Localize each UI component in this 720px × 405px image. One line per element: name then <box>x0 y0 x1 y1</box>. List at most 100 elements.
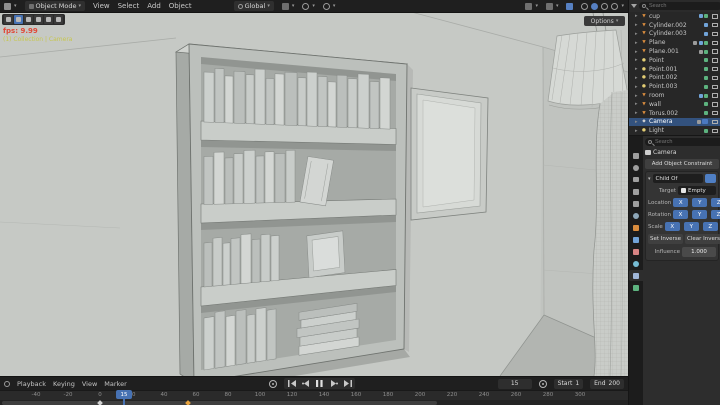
prev-keyframe-icon[interactable] <box>299 379 312 388</box>
disclosure-triangle-icon[interactable]: ▸ <box>635 40 639 46</box>
green-badge-icon[interactable] <box>704 102 708 107</box>
screen-visibility-icon[interactable] <box>712 128 718 133</box>
filter-icon[interactable] <box>631 4 637 8</box>
screen-visibility-icon[interactable] <box>712 49 718 54</box>
scale-y-toggle[interactable]: Y <box>683 222 699 231</box>
outliner-row[interactable]: ▸ cup <box>629 12 720 21</box>
location-x-toggle[interactable]: X <box>673 198 689 207</box>
scale-x-toggle[interactable]: X <box>664 222 680 231</box>
green-badge-icon[interactable] <box>704 75 708 80</box>
green-badge-icon[interactable] <box>704 49 708 54</box>
picture-frame[interactable] <box>410 87 489 221</box>
end-frame-field[interactable]: End 200 <box>590 378 624 389</box>
outliner-row[interactable]: ▸ Cylinder.003 <box>629 30 720 39</box>
green-badge-icon[interactable] <box>704 128 708 133</box>
screen-visibility-icon[interactable] <box>712 93 718 98</box>
small-picture-frame[interactable] <box>306 230 346 278</box>
snap-controls[interactable]: ▾ <box>281 2 294 10</box>
gray-badge-icon[interactable] <box>698 49 703 54</box>
disclosure-triangle-icon[interactable]: ▸ <box>635 110 639 116</box>
timeline-ruler[interactable]: -40 -20 0 20 40 60 80 100 120 140 160 180 200 220 240 2… <box>0 390 628 400</box>
screen-visibility-icon[interactable] <box>712 58 718 63</box>
disclosure-triangle-icon[interactable]: ▸ <box>635 13 639 19</box>
shading-solid-icon[interactable] <box>591 2 599 10</box>
rotation-x-toggle[interactable]: X <box>673 210 689 219</box>
shading-rendered-icon[interactable] <box>611 2 619 10</box>
green-badge-icon[interactable] <box>704 111 708 116</box>
properties-tab[interactable] <box>629 246 643 257</box>
orientation-dropdown[interactable]: Global ▾ <box>233 1 274 11</box>
menu-marker[interactable]: Marker <box>104 380 126 388</box>
outliner-row[interactable]: ▸ Camera <box>629 117 720 127</box>
proportional-controls[interactable]: ▾ <box>322 2 335 10</box>
disclosure-triangle-icon[interactable]: ▸ <box>635 93 639 99</box>
rotation-y-toggle[interactable]: Y <box>692 210 708 219</box>
auto-keying-icon[interactable] <box>269 379 278 388</box>
current-frame-indicator[interactable]: 15 <box>116 390 132 399</box>
start-frame-field[interactable]: Start 1 <box>553 378 584 389</box>
disclosure-triangle-icon[interactable]: ▸ <box>635 66 639 72</box>
green-badge-icon[interactable] <box>704 40 708 45</box>
gizmo-toggle[interactable]: ▾ <box>525 2 538 10</box>
screen-visibility-icon[interactable] <box>712 31 718 37</box>
cursor-tool-icon[interactable] <box>4 15 13 24</box>
clock-editor-icon[interactable] <box>4 380 10 387</box>
constraint-name-field[interactable]: Child Of <box>652 174 703 183</box>
panel-expand-icon[interactable]: ▾ <box>648 176 651 182</box>
properties-tab[interactable] <box>629 270 643 281</box>
mode-dropdown[interactable]: Object Mode ▾ <box>24 1 85 11</box>
location-z-toggle[interactable]: Z <box>711 198 720 207</box>
screen-visibility-icon[interactable] <box>712 40 718 46</box>
outliner-row[interactable]: ▸ Light <box>629 126 720 135</box>
bluebox-badge-icon[interactable] <box>702 119 708 125</box>
properties-tab[interactable] <box>629 174 643 185</box>
rotation-z-toggle[interactable]: Z <box>711 210 720 219</box>
menu-keying[interactable]: Keying <box>53 380 75 388</box>
target-dropdown[interactable]: Empty <box>678 186 716 195</box>
menu-add[interactable]: Add <box>147 0 161 13</box>
xray-icon[interactable] <box>566 2 574 10</box>
clear-inverse-button[interactable]: Clear Inverse <box>685 234 720 244</box>
select-box-tool-icon[interactable] <box>14 15 23 24</box>
properties-tab[interactable] <box>629 258 643 269</box>
outliner-search-input[interactable] <box>639 2 720 10</box>
books-shelf-2[interactable] <box>203 148 334 209</box>
disclosure-triangle-icon[interactable]: ▸ <box>635 119 639 125</box>
menu-view[interactable]: View <box>82 380 97 388</box>
disclosure-triangle-icon[interactable]: ▸ <box>635 128 639 134</box>
menu-playback[interactable]: Playback <box>17 380 46 388</box>
location-y-toggle[interactable]: Y <box>692 198 708 207</box>
influence-slider[interactable]: 1.000 <box>682 247 716 257</box>
properties-search-input[interactable] <box>645 138 720 146</box>
shading-wireframe-icon[interactable] <box>581 2 589 10</box>
pivot-controls[interactable]: ▾ <box>302 2 315 10</box>
outliner-row[interactable]: ▸ wall <box>629 100 720 109</box>
green-badge-icon[interactable] <box>704 67 708 72</box>
outliner-row[interactable]: ▸ Plane <box>629 38 720 47</box>
disclosure-triangle-icon[interactable]: ▸ <box>635 75 639 81</box>
outliner-row[interactable]: ▸ Point <box>629 56 720 65</box>
transform-tool-icon[interactable] <box>54 15 63 24</box>
options-dropdown[interactable]: Options ▾ <box>584 16 625 26</box>
disclosure-triangle-icon[interactable]: ▸ <box>635 22 639 28</box>
green-badge-icon[interactable] <box>704 14 708 19</box>
next-keyframe-icon[interactable] <box>327 379 340 388</box>
properties-tab[interactable] <box>629 234 643 245</box>
green-badge-icon[interactable] <box>704 58 708 63</box>
books-shelf-1[interactable] <box>203 67 391 130</box>
disclosure-triangle-icon[interactable]: ▸ <box>635 31 639 37</box>
outliner-row[interactable]: ▸ Point.002 <box>629 74 720 83</box>
properties-tab[interactable] <box>629 186 643 197</box>
menu-object[interactable]: Object <box>169 0 192 13</box>
disclosure-triangle-icon[interactable]: ▸ <box>635 84 639 90</box>
properties-tab[interactable] <box>629 210 643 221</box>
timeline-scrollbar[interactable] <box>2 401 437 405</box>
blue-badge-icon[interactable] <box>704 31 708 36</box>
screen-visibility-icon[interactable] <box>712 75 718 81</box>
properties-tab[interactable] <box>629 150 643 161</box>
outliner-row[interactable]: ▸ Point.003 <box>629 82 720 91</box>
jump-to-end-icon[interactable] <box>341 379 354 388</box>
3d-viewport[interactable]: fps: 9.99 (1) Collection | Camera Option… <box>0 13 628 376</box>
screen-visibility-icon[interactable] <box>712 102 718 107</box>
screen-visibility-icon[interactable] <box>712 110 718 116</box>
